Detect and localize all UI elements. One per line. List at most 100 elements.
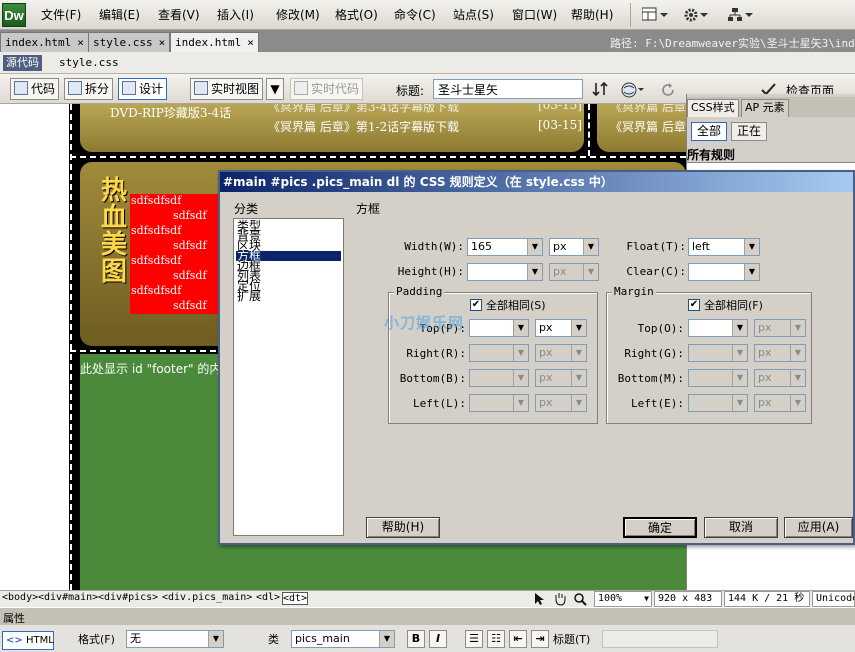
width-unit-select[interactable]: px ▼	[549, 238, 599, 256]
menu-edit[interactable]: 编辑(E)	[99, 6, 140, 23]
menu-site[interactable]: 站点(S)	[453, 6, 494, 23]
margin-title: Margin	[612, 285, 656, 298]
margin-same-checkbox[interactable]: ✔	[688, 299, 700, 311]
tag-selector-main[interactable]: <div#main>	[38, 592, 98, 603]
hand-tool-icon[interactable]	[553, 592, 567, 606]
category-extensions[interactable]: 扩展	[236, 290, 341, 302]
chevron-down-icon: ▼	[732, 370, 747, 386]
margin-bottom-unit[interactable]: px ▼	[754, 369, 806, 387]
padding-bottom-input[interactable]: ▼	[469, 369, 529, 387]
tab-label: style.css	[93, 36, 153, 49]
height-unit-select[interactable]: px ▼	[549, 263, 599, 281]
refresh-icon[interactable]	[660, 81, 676, 99]
related-file-style-css[interactable]: style.css	[59, 56, 119, 69]
tab-css-styles[interactable]: CSS样式	[687, 99, 739, 117]
height-input[interactable]: ▼	[467, 263, 543, 281]
unordered-list-icon[interactable]: ☰	[465, 630, 483, 648]
chevron-down-icon: ▼	[571, 395, 586, 411]
close-icon[interactable]: ×	[159, 36, 166, 49]
tab-style-css[interactable]: style.css ×	[88, 32, 171, 52]
menu-help[interactable]: 帮助(H)	[571, 6, 613, 23]
padding-same-checkbox[interactable]: ✔	[470, 299, 482, 311]
all-rules-button[interactable]: 全部	[691, 122, 728, 141]
layout-icon[interactable]	[641, 7, 670, 23]
padding-top-input[interactable]: ▼	[469, 319, 529, 337]
properties-header[interactable]: 属性	[0, 607, 855, 625]
live-view-dropdown[interactable]: ▼	[266, 78, 284, 100]
category-list[interactable]: 类型 背景 区块 方框 边框 列表 定位 扩展	[233, 218, 344, 536]
apply-button[interactable]: 应用(A)	[784, 517, 853, 538]
live-code-button[interactable]: 实时代码	[290, 78, 364, 100]
zoom-select[interactable]: 100% ▼	[594, 591, 652, 607]
width-input[interactable]: 165 ▼	[467, 238, 543, 256]
split-view-button[interactable]: 拆分	[64, 78, 114, 100]
news-item: 《冥界篇 后章》第3-4话字幕版下载	[268, 104, 460, 114]
live-view-button[interactable]: 实时视图	[190, 78, 264, 100]
pics-main-list[interactable]: sdfsdfsdf sdfsdf sdfsdfsdf sdfsdf sdfsdf…	[130, 194, 222, 314]
dl-item: sdfsdf	[173, 269, 207, 282]
outdent-icon[interactable]: ⇤	[509, 630, 527, 648]
site-map-icon[interactable]	[728, 7, 756, 23]
chevron-down-icon: ▼	[513, 320, 528, 336]
clear-select[interactable]: ▼	[688, 263, 760, 281]
window-size[interactable]: 920 x 483	[654, 591, 722, 607]
margin-bottom-input[interactable]: ▼	[688, 369, 748, 387]
padding-left-input[interactable]: ▼	[469, 394, 529, 412]
ordered-list-icon[interactable]: ☷	[487, 630, 505, 648]
menu-insert[interactable]: 插入(I)	[217, 6, 254, 23]
tab-ap-elements[interactable]: AP 元素	[741, 99, 789, 117]
close-icon[interactable]: ×	[77, 36, 84, 49]
margin-top-unit[interactable]: px ▼	[754, 319, 806, 337]
help-button[interactable]: 帮助(H)	[366, 517, 440, 538]
tag-selector-body[interactable]: <body>	[2, 592, 38, 603]
class-select[interactable]: pics_main ▼	[291, 630, 395, 648]
italic-button[interactable]: I	[429, 630, 447, 648]
news-date: [03-15]	[538, 104, 582, 112]
tab-index-html-1[interactable]: index.html ×	[0, 32, 89, 52]
format-select[interactable]: 无 ▼	[126, 630, 224, 648]
padding-bottom-unit[interactable]: px ▼	[535, 369, 587, 387]
ok-button[interactable]: 确定	[623, 517, 697, 538]
padding-top-unit[interactable]: px ▼	[535, 319, 587, 337]
menu-window[interactable]: 窗口(W)	[512, 6, 557, 23]
chevron-down-icon: ▼	[790, 395, 805, 411]
gear-icon[interactable]	[684, 7, 712, 23]
menu-format[interactable]: 格式(O)	[335, 6, 378, 23]
menu-view[interactable]: 查看(V)	[158, 6, 200, 23]
dialog-title[interactable]: #main #pics .pics_main dl 的 CSS 规则定义（在 s…	[220, 172, 853, 192]
tag-selector-pics-main[interactable]: <div.pics_main>	[162, 592, 252, 603]
current-rules-button[interactable]: 正在	[731, 122, 768, 141]
html-mode-button[interactable]: <> HTML	[2, 631, 54, 650]
source-code-button[interactable]: 源代码	[3, 55, 42, 71]
margin-top-input[interactable]: ▼	[688, 319, 748, 337]
format-value: 无	[130, 632, 141, 645]
menu-file[interactable]: 文件(F)	[41, 6, 81, 23]
cancel-button[interactable]: 取消	[704, 517, 778, 538]
tag-selector-dt[interactable]: <dt>	[282, 592, 309, 605]
tab-index-html-active[interactable]: index.html ×	[170, 32, 259, 52]
menu-modify[interactable]: 修改(M)	[276, 6, 320, 23]
close-icon[interactable]: ×	[247, 36, 254, 49]
file-management-icon[interactable]	[592, 81, 612, 99]
margin-right-unit[interactable]: px ▼	[754, 344, 806, 362]
bold-button[interactable]: B	[407, 630, 425, 648]
padding-right-input[interactable]: ▼	[469, 344, 529, 362]
browser-preview-icon[interactable]	[620, 81, 644, 99]
padding-right-unit[interactable]: px ▼	[535, 344, 587, 362]
heading-input[interactable]	[602, 630, 718, 648]
menu-commands[interactable]: 命令(C)	[394, 6, 436, 23]
margin-right-input[interactable]: ▼	[688, 344, 748, 362]
title-input[interactable]: 圣斗士星矢	[433, 79, 583, 99]
indent-icon[interactable]: ⇥	[531, 630, 549, 648]
margin-left-unit[interactable]: px ▼	[754, 394, 806, 412]
tag-selector-dl[interactable]: <dl>	[256, 592, 280, 603]
tag-selector-pics[interactable]: <div#pics>	[98, 592, 158, 603]
pointer-tool-icon[interactable]	[532, 592, 546, 606]
margin-left-input[interactable]: ▼	[688, 394, 748, 412]
zoom-tool-icon[interactable]	[573, 592, 587, 606]
code-view-button[interactable]: 代码	[10, 78, 60, 100]
float-select[interactable]: left ▼	[688, 238, 760, 256]
watermark: 小刀娱乐网	[384, 314, 465, 332]
padding-left-unit[interactable]: px ▼	[535, 394, 587, 412]
design-view-button[interactable]: 设计	[118, 78, 168, 100]
